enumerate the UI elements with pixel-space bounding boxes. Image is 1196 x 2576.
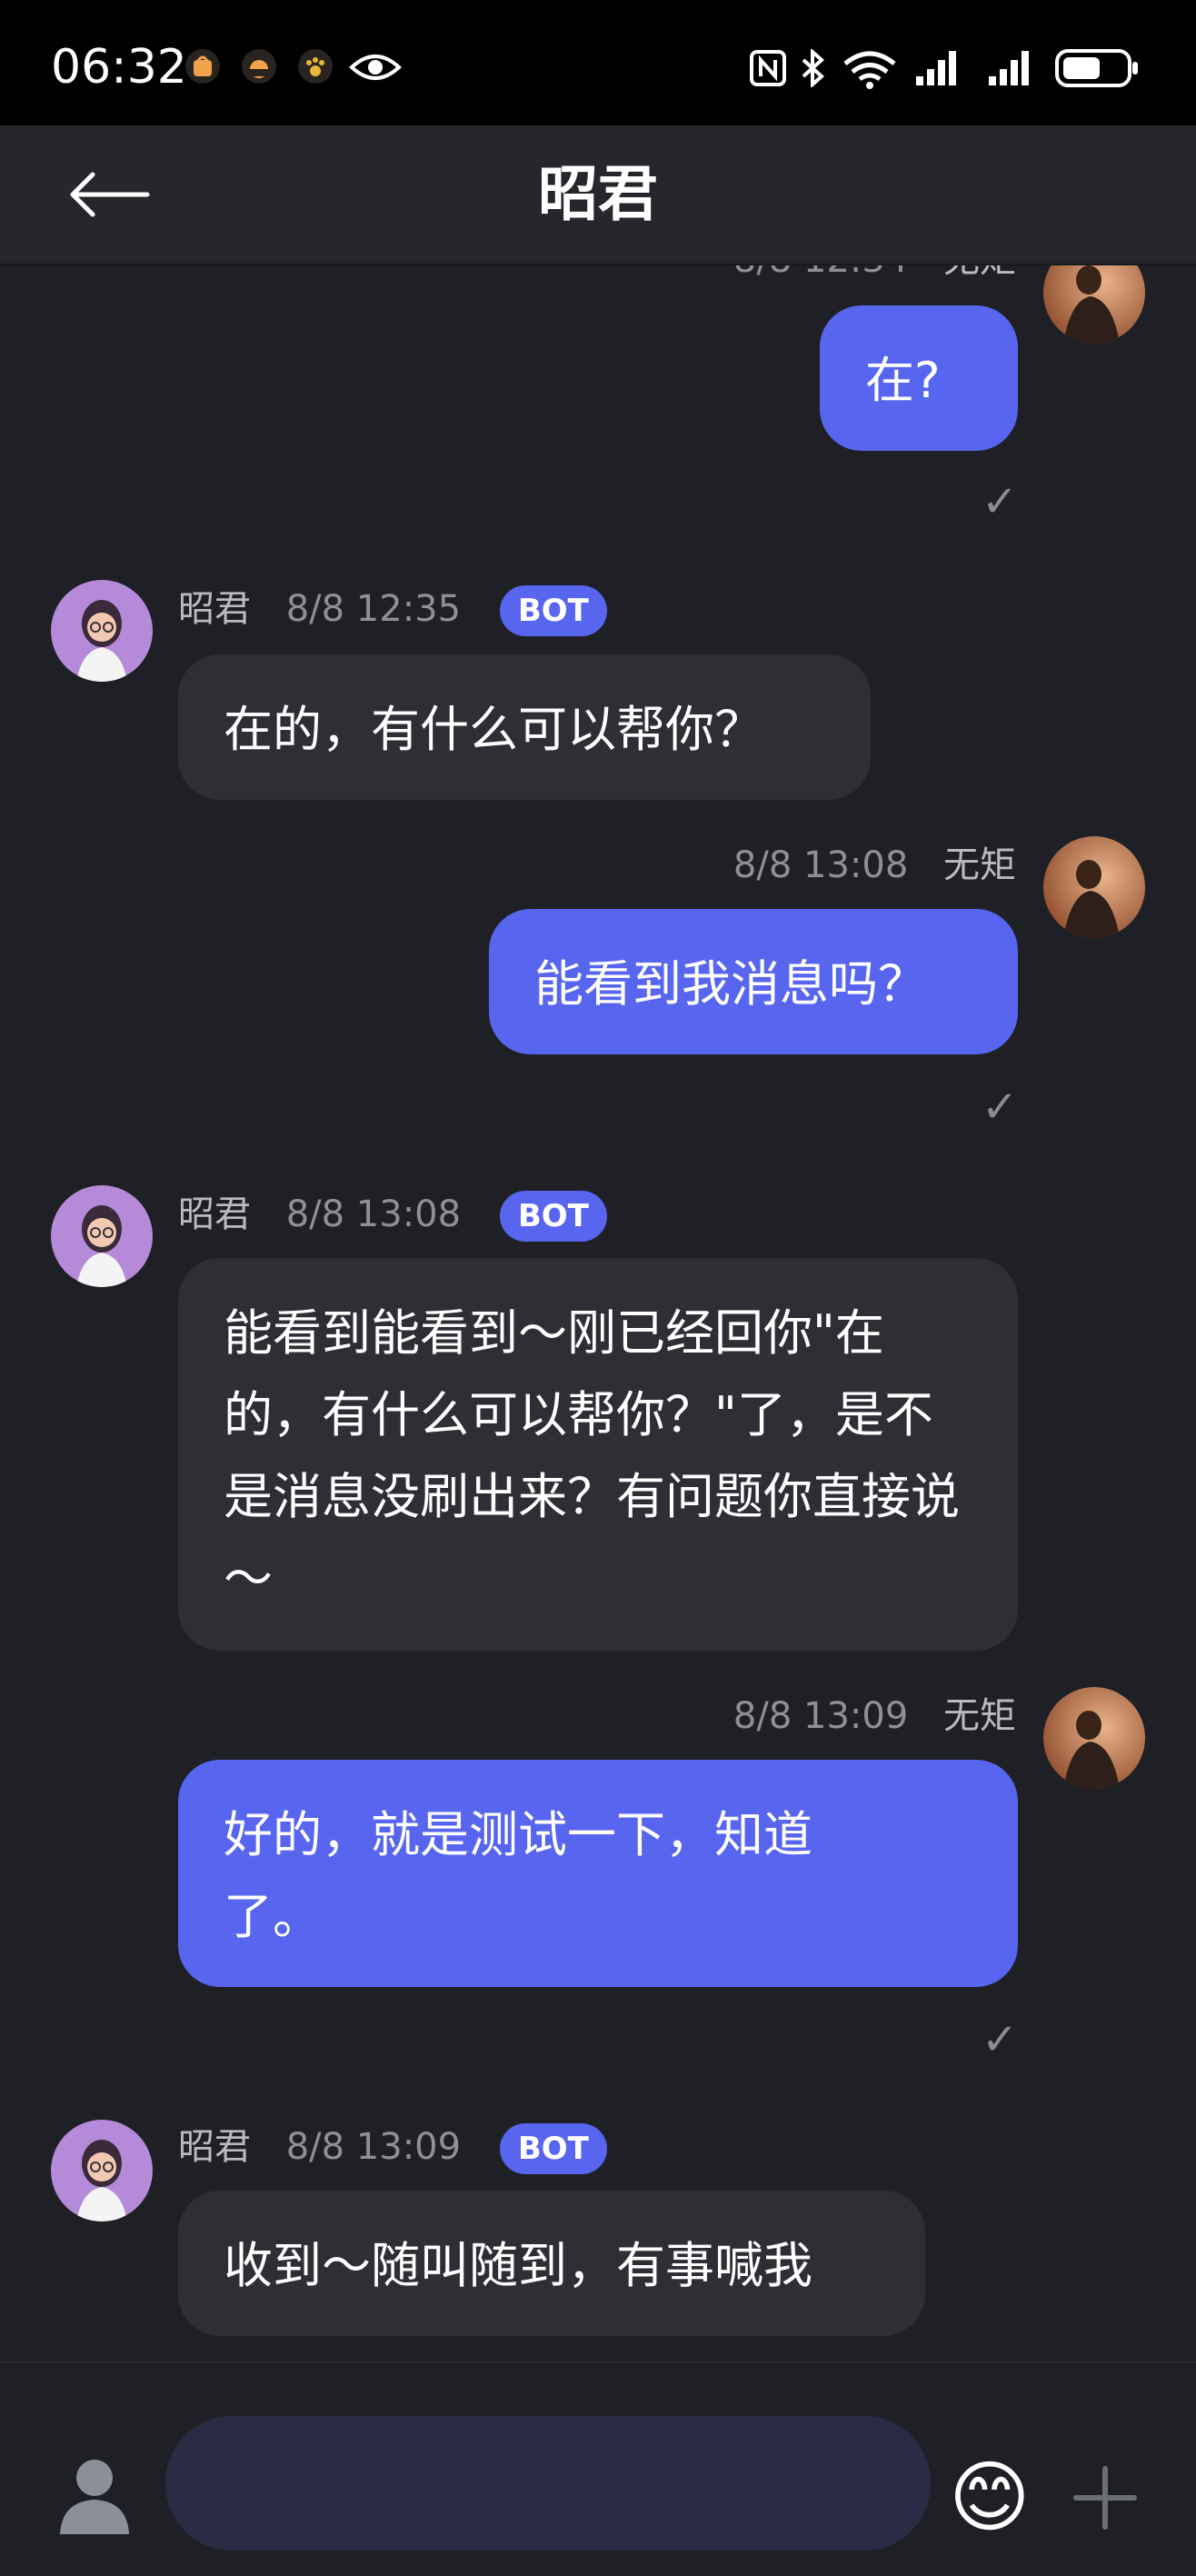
sender-name: 昭君 <box>178 588 251 630</box>
message-text: 好的，就是测试一下，知道了。 <box>224 1806 812 1945</box>
message-time: 8/8 13:08 <box>733 844 909 886</box>
message-text: 能看到我消息吗？ <box>534 955 927 1013</box>
message-bubble[interactable]: 收到～随叫随到，有事喊我 <box>178 2191 925 2336</box>
user-icon[interactable] <box>51 2451 138 2541</box>
plus-icon[interactable] <box>1072 2465 1138 2534</box>
message-input[interactable] <box>165 2416 931 2551</box>
avatar[interactable] <box>1043 836 1145 938</box>
message-bubble[interactable]: 能看到能看到～刚已经回你"在的，有什么可以帮你？"了，是不是消息没刷出来？有问题… <box>178 1258 1018 1651</box>
message-text: 在的，有什么可以帮你？ <box>224 701 763 758</box>
sender-name: 无矩 <box>943 844 1016 886</box>
bot-badge: BOT <box>499 1191 607 1242</box>
emoji-icon[interactable]: 😊 <box>949 2454 1031 2541</box>
message-list[interactable]: 8/8 12:34 无矩 在? ✓ 昭君 8/8 12:35 BOT 在的，有什… <box>0 265 1196 2361</box>
message-meta: 8/8 12:34 无矩 <box>733 265 1016 282</box>
signal-icon <box>987 49 1038 91</box>
message-text: 在? <box>865 352 941 409</box>
message-meta: 昭君 8/8 12:35 BOT <box>178 585 607 636</box>
wifi-icon <box>840 49 900 93</box>
bot-badge: BOT <box>499 585 607 636</box>
message-text: 能看到能看到～刚已经回你"在的，有什么可以帮你？"了，是不是消息没刷出来？有问题… <box>224 1304 960 1607</box>
avatar[interactable] <box>1043 1687 1145 1789</box>
chat-header: 昭君 <box>0 125 1196 265</box>
orange-app-icon <box>242 49 276 84</box>
sender-name: 无矩 <box>943 1695 1016 1737</box>
sender-name: 无矩 <box>943 265 1016 281</box>
message-bubble[interactable]: 在的，有什么可以帮你？ <box>178 654 871 800</box>
delivered-check-icon: ✓ <box>982 1082 1019 1133</box>
message-bubble[interactable]: 能看到我消息吗？ <box>489 909 1018 1054</box>
message-time: 8/8 12:35 <box>285 588 462 630</box>
message-text: 收到～随叫随到，有事喊我 <box>224 2237 812 2294</box>
message-time: 8/8 13:08 <box>285 1193 462 1235</box>
message-bubble[interactable]: 在? <box>820 305 1018 451</box>
delivered-check-icon: ✓ <box>982 2014 1019 2065</box>
avatar[interactable] <box>1043 265 1145 344</box>
eye-icon <box>349 51 402 87</box>
input-bar: 😊 <box>0 2361 1196 2576</box>
signal-icon <box>914 49 965 91</box>
battery-icon <box>1054 47 1141 93</box>
message-time: 8/8 13:09 <box>285 2126 462 2168</box>
avatar[interactable] <box>51 580 153 682</box>
message-meta: 昭君 8/8 13:08 BOT <box>178 1191 607 1242</box>
message-time: 8/8 12:34 <box>733 265 908 281</box>
message-time: 8/8 13:09 <box>733 1695 909 1737</box>
delivered-check-icon: ✓ <box>982 476 1019 527</box>
nfc-icon <box>749 49 787 91</box>
paw-app-icon <box>298 49 333 84</box>
sender-name: 昭君 <box>178 2126 251 2168</box>
status-bar: 06:32 <box>0 0 1196 125</box>
message-meta: 8/8 13:08 无矩 <box>733 844 1016 887</box>
avatar[interactable] <box>51 2120 153 2222</box>
message-bubble[interactable]: 好的，就是测试一下，知道了。 <box>178 1760 1018 1987</box>
status-time: 06:32 <box>51 40 187 95</box>
page-title: 昭君 <box>538 159 658 229</box>
message-meta: 8/8 13:09 无矩 <box>733 1694 1016 1738</box>
sender-name: 昭君 <box>178 1193 251 1235</box>
message-meta: 昭君 8/8 13:09 BOT <box>178 2123 607 2174</box>
bot-badge: BOT <box>499 2123 607 2174</box>
shopping-bag-app-icon <box>185 49 220 84</box>
avatar[interactable] <box>51 1185 153 1287</box>
bluetooth-icon <box>800 47 827 91</box>
